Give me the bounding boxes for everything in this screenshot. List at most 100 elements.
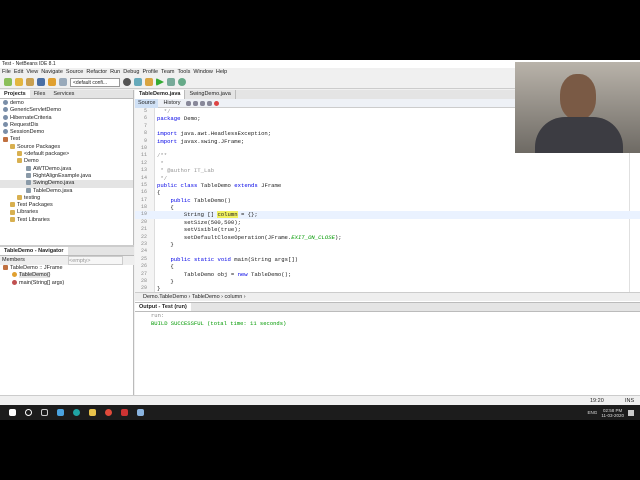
folder-icon — [10, 202, 15, 208]
tab-swingdemo[interactable]: SwingDemo.java — [185, 90, 236, 99]
tree-item[interactable]: Test — [0, 136, 133, 143]
tree-item[interactable]: Demo — [0, 158, 133, 165]
app-icon[interactable] — [121, 409, 128, 416]
code-line[interactable]: 27 TableDemo obj = new TableDemo(); — [135, 271, 640, 278]
code-line[interactable]: 21 setVisible(true); — [135, 226, 640, 233]
tree-item[interactable]: HibernateCriteria — [0, 115, 133, 122]
search-icon[interactable] — [25, 409, 32, 416]
settings-icon[interactable] — [123, 78, 131, 86]
edge-icon[interactable] — [73, 409, 80, 416]
line-number: 11 — [140, 152, 147, 159]
code-line[interactable]: 20 setSize(500,500); — [135, 219, 640, 226]
method-icon — [12, 279, 17, 285]
project-icon — [3, 100, 8, 106]
clean-build-icon[interactable] — [145, 78, 153, 86]
tree-item[interactable]: RightAlignExample.java — [0, 173, 133, 180]
history-button[interactable]: History — [160, 99, 183, 108]
code-line[interactable]: 23 } — [135, 241, 640, 248]
language-indicator[interactable]: ENG — [588, 410, 598, 415]
tree-item[interactable]: Source Packages — [0, 144, 133, 151]
nav-item[interactable]: main(String[] args) — [0, 280, 134, 287]
tree-item[interactable]: TableDemo.java — [0, 188, 133, 195]
tree-item[interactable]: Test Libraries — [0, 217, 133, 224]
editor-tool-icon[interactable] — [199, 100, 205, 106]
code-line[interactable]: 19 String [] column = {}; — [135, 211, 640, 219]
tree-item[interactable]: GenericServletDemo — [0, 107, 133, 114]
file-explorer-icon[interactable] — [89, 409, 96, 416]
crumb-item[interactable]: TableDemo — [192, 294, 220, 300]
tree-item[interactable]: SessionDemo — [0, 129, 133, 136]
source-button[interactable]: Source — [135, 98, 159, 108]
tab-files[interactable]: Files — [30, 90, 50, 98]
open-project-icon[interactable] — [26, 78, 34, 86]
code-line[interactable]: 24 — [135, 248, 640, 255]
code-line[interactable]: 16 { — [135, 189, 640, 196]
menu-profile[interactable]: Profile — [142, 69, 158, 75]
code-line[interactable]: 15 public class TableDemo extends JFrame — [135, 182, 640, 189]
chrome-icon[interactable] — [105, 409, 112, 416]
new-file-icon[interactable] — [4, 78, 12, 86]
nav-item[interactable]: TableDemo() — [0, 272, 134, 279]
menu-team[interactable]: Team — [161, 69, 174, 75]
profile-icon[interactable] — [178, 78, 186, 86]
code-line[interactable]: 28 } — [135, 278, 640, 285]
tree-item[interactable]: demo — [0, 100, 133, 107]
run-icon[interactable] — [156, 78, 164, 86]
tab-services[interactable]: Services — [49, 90, 78, 98]
menu-refactor[interactable]: Refactor — [86, 69, 107, 75]
app-icon[interactable] — [57, 409, 64, 416]
members-select[interactable]: Members — [0, 256, 66, 265]
menu-view[interactable]: View — [26, 69, 38, 75]
notification-icon[interactable] — [628, 409, 634, 416]
netbeans-icon[interactable] — [137, 409, 144, 416]
filter-input[interactable]: <empty> — [68, 256, 123, 265]
menu-window[interactable]: Window — [193, 69, 213, 75]
menu-edit[interactable]: Edit — [14, 69, 23, 75]
code-line[interactable]: 18 { — [135, 204, 640, 211]
config-select[interactable]: <default confi... — [70, 77, 120, 87]
editor-tool-icon[interactable] — [206, 100, 212, 106]
redo-icon[interactable] — [59, 78, 67, 86]
clock[interactable]: 02:58 PM 11-03-2020 — [601, 408, 624, 418]
tree-item[interactable]: Test Packages — [0, 202, 133, 209]
menu-help[interactable]: Help — [216, 69, 227, 75]
record-macro-icon[interactable] — [213, 100, 219, 106]
tree-item-selected[interactable]: SwingDemo.java — [0, 180, 133, 188]
nav-item[interactable]: TableDemo :: JFrame — [0, 265, 134, 272]
save-all-icon[interactable] — [37, 78, 45, 86]
code-line[interactable]: 11 /** — [135, 152, 640, 159]
code-line[interactable]: 17 public TableDemo() — [135, 197, 640, 204]
tree-item[interactable]: Libraries — [0, 209, 133, 216]
code-line[interactable]: 26 { — [135, 263, 640, 270]
tree-item[interactable]: RequestDis — [0, 122, 133, 129]
menu-debug[interactable]: Debug — [123, 69, 139, 75]
code-line[interactable]: 14 */ — [135, 175, 640, 182]
undo-icon[interactable] — [48, 78, 56, 86]
editor-tool-icon[interactable] — [185, 100, 191, 106]
line-text: package Demo; — [157, 115, 201, 123]
build-icon[interactable] — [134, 78, 142, 86]
code-line[interactable]: 25 public static void main(String args[]… — [135, 256, 640, 263]
editor-tool-icon[interactable] — [192, 100, 198, 106]
debug-icon[interactable] — [167, 78, 175, 86]
code-line[interactable]: 12 * — [135, 160, 640, 167]
menu-navigate[interactable]: Navigate — [41, 69, 63, 75]
new-project-icon[interactable] — [15, 78, 23, 86]
menu-file[interactable]: File — [2, 69, 11, 75]
line-number: 28 — [140, 277, 147, 284]
navigator-tab[interactable]: TableDemo - Navigator — [0, 247, 68, 255]
menu-tools[interactable]: Tools — [178, 69, 191, 75]
code-line[interactable]: 22 setDefaultCloseOperation(JFrame.EXIT_… — [135, 234, 640, 241]
menu-source[interactable]: Source — [66, 69, 83, 75]
menu-run[interactable]: Run — [110, 69, 120, 75]
tree-item[interactable]: <default package> — [0, 151, 133, 158]
tree-item[interactable]: AWTDemo.java — [0, 166, 133, 173]
crumb-item[interactable]: Demo.TableDemo — [143, 294, 187, 300]
output-tab[interactable]: Output - Test (run) — [135, 303, 191, 311]
task-view-icon[interactable] — [41, 409, 48, 416]
code-line[interactable]: 13 * @author IT_Lab — [135, 167, 640, 174]
tab-projects[interactable]: Projects — [0, 90, 30, 98]
crumb-item[interactable]: column — [225, 294, 243, 300]
tree-item[interactable]: testing — [0, 195, 133, 202]
start-icon[interactable] — [9, 409, 16, 416]
